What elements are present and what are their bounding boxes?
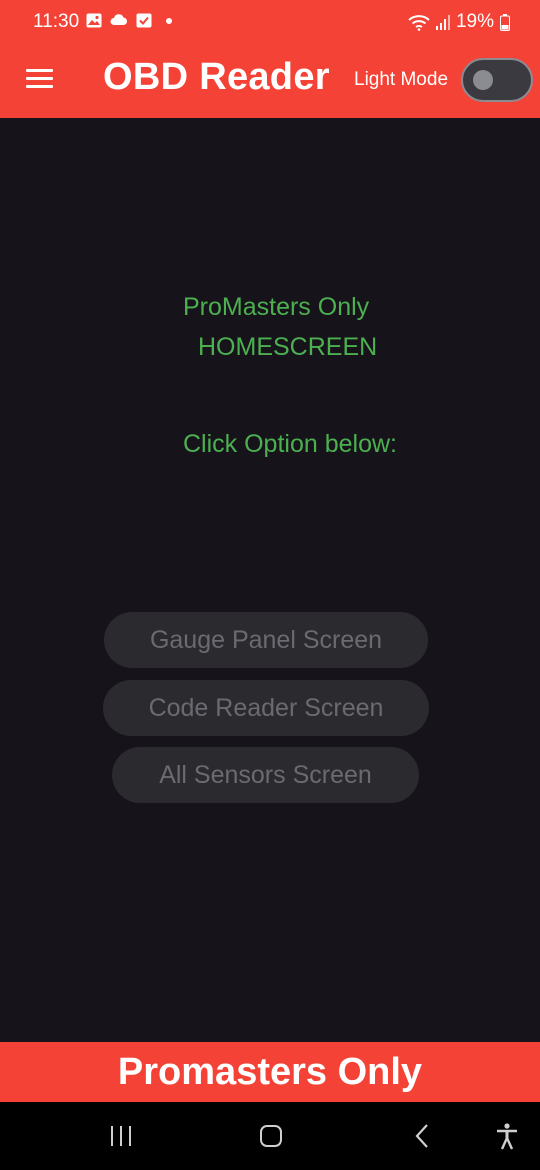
all-sensors-screen-button[interactable]: All Sensors Screen [112,747,419,803]
back-icon[interactable] [408,1122,438,1150]
heading-line1: ProMasters Only [183,293,370,321]
light-mode-label: Light Mode [354,69,449,90]
system-navigation-bar [0,1102,540,1170]
checkbox-icon [136,13,152,28]
battery-percentage: 19% [455,11,494,32]
battery-icon [500,13,510,31]
gauge-panel-screen-button[interactable]: Gauge Panel Screen [104,612,428,668]
app-bar: OBD Reader Light Mode [0,42,540,118]
accessibility-icon[interactable] [492,1122,522,1150]
toggle-knob [473,70,493,90]
app-title: OBD Reader [103,56,330,98]
status-system-icons: 19% [408,11,510,33]
image-icon [86,13,102,28]
cloud-icon [110,14,127,25]
heading-line2: HOMESCREEN [198,333,378,361]
hamburger-menu-icon[interactable] [26,69,53,89]
footer-banner: Promasters Only [0,1042,540,1102]
recents-icon[interactable] [106,1122,136,1150]
wifi-icon [408,14,430,31]
home-icon[interactable] [256,1122,286,1150]
prompt-text: Click Option below: [183,430,397,458]
status-time: 11:30 [33,11,80,32]
signal-icon [435,14,450,30]
main-content: ProMasters Only HOMESCREEN Click Option … [0,118,540,1042]
status-notification-icons [86,13,172,28]
status-bar: 11:30 19% [0,0,540,42]
dot-icon [166,17,172,24]
code-reader-screen-button[interactable]: Code Reader Screen [103,680,429,736]
light-mode-toggle[interactable] [461,58,533,102]
